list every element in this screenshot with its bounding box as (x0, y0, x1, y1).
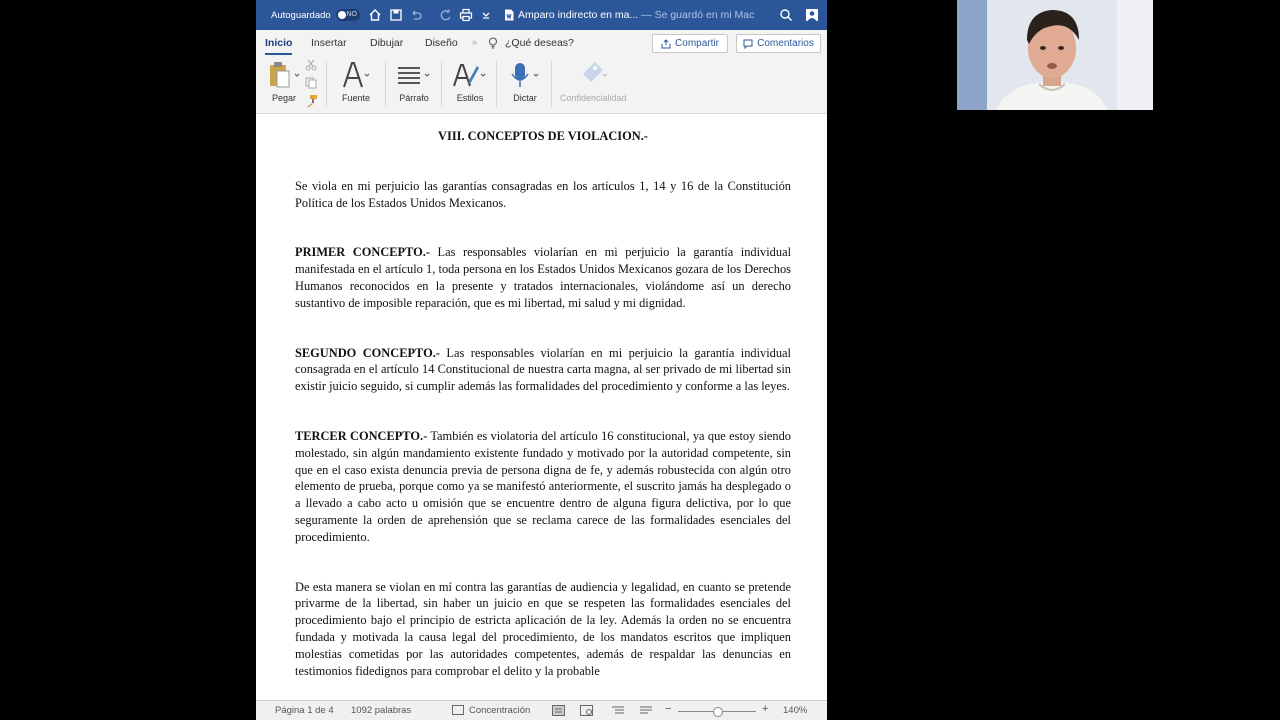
share-button[interactable]: Compartir (652, 34, 728, 53)
styles-button[interactable]: Estilos (452, 59, 488, 103)
font-button[interactable]: Fuente (341, 59, 371, 103)
separator (551, 61, 552, 107)
paragraph-label: Párrafo (399, 93, 429, 103)
ribbon-tabs: Inicio Insertar Dibujar Diseño » ¿Qué de… (256, 30, 827, 55)
share-label: Compartir (675, 38, 719, 49)
focus-mode-button[interactable]: Concentración (469, 705, 530, 716)
page-count[interactable]: Página 1 de 4 (275, 705, 334, 716)
home-toolbar: Pegar Fuente Párrafo Estilos Dictar Conf… (256, 55, 827, 114)
print-icon[interactable] (458, 7, 474, 23)
styles-icon (452, 59, 488, 91)
title-bar: Autoguardado NO Amparo indirecto en ma..… (256, 0, 827, 30)
document-page[interactable]: VIII. CONCEPTOS DE VIOLACION.- Se viola … (256, 114, 827, 700)
concept-3-paragraph: TERCER CONCEPTO.- También es violatoria … (295, 428, 791, 546)
zoom-out-button[interactable]: − (665, 703, 671, 715)
tell-me-input[interactable]: ¿Qué deseas? (505, 37, 574, 49)
save-icon[interactable] (388, 7, 404, 23)
autosave-label: Autoguardado (271, 10, 331, 21)
concept-3-text: También es violatoria del artículo 16 co… (295, 428, 791, 544)
paste-label: Pegar (271, 93, 297, 103)
microphone-icon (509, 59, 541, 91)
paste-button[interactable]: Pegar (268, 59, 300, 103)
font-label: Fuente (341, 93, 371, 103)
section-heading: VIII. CONCEPTOS DE VIOLACION.- (438, 129, 648, 143)
document-icon (501, 7, 517, 23)
outline-view-icon[interactable] (612, 705, 624, 718)
customize-toolbar-icon[interactable] (478, 7, 494, 23)
dictate-label: Dictar (513, 93, 537, 103)
paragraph-icon (396, 59, 432, 91)
intro-paragraph: Se viola en mi perjuicio las garantías c… (295, 178, 791, 210)
concept-2-paragraph: SEGUNDO CONCEPTO.- Las responsables viol… (295, 345, 791, 395)
document-title: Amparo indirecto en ma... — Se guardó en… (518, 9, 754, 21)
saved-status: — Se guardó en mi Mac (641, 9, 755, 21)
separator (326, 61, 327, 107)
comment-icon (743, 39, 753, 49)
concept-3-title: TERCER CONCEPTO.- (295, 428, 428, 443)
copy-icon[interactable] (305, 77, 317, 89)
separator (385, 61, 386, 107)
word-window: Autoguardado NO Amparo indirecto en ma..… (256, 0, 827, 720)
closing-paragraph: De esta manera se violan en mí contra la… (295, 579, 791, 678)
document-name: Amparo indirecto en ma... (518, 9, 639, 21)
home-icon[interactable] (367, 7, 383, 23)
webcam-video (957, 0, 1153, 110)
concept-1-title: PRIMER CONCEPTO.- (295, 245, 431, 260)
autosave-toggle[interactable]: NO (336, 9, 360, 21)
draft-view-icon[interactable] (640, 705, 652, 718)
concept-2-title: SEGUNDO CONCEPTO.- (295, 345, 440, 360)
redo-icon[interactable] (438, 7, 454, 23)
more-tabs-icon[interactable]: » (472, 37, 477, 47)
font-icon (341, 59, 371, 91)
separator (496, 61, 497, 107)
format-painter-icon[interactable] (305, 95, 318, 107)
focus-icon[interactable] (452, 705, 464, 718)
clipboard-icon (268, 59, 300, 91)
status-bar: Página 1 de 4 1092 palabras Concentració… (256, 700, 827, 720)
concept-1-paragraph: PRIMER CONCEPTO.- Las responsables viola… (295, 244, 791, 311)
styles-label: Estilos (456, 93, 484, 103)
sensitivity-label: Confidencialidad (560, 93, 627, 103)
account-icon[interactable] (804, 7, 820, 23)
sensitivity-icon (577, 59, 609, 91)
autosave-state: NO (346, 11, 358, 18)
tab-inicio[interactable]: Inicio (265, 37, 293, 55)
paragraph-button[interactable]: Párrafo (396, 59, 432, 103)
comments-button[interactable]: Comentarios (736, 34, 821, 53)
tab-diseno[interactable]: Diseño (425, 37, 458, 49)
cut-icon[interactable] (305, 59, 317, 71)
sensitivity-button[interactable]: Confidencialidad (560, 59, 627, 103)
undo-icon[interactable] (408, 7, 424, 23)
dictate-button[interactable]: Dictar (509, 59, 541, 103)
presenter-image (957, 0, 1153, 110)
tab-dibujar[interactable]: Dibujar (370, 37, 403, 49)
comments-label: Comentarios (757, 38, 814, 49)
search-icon[interactable] (778, 7, 794, 23)
zoom-in-button[interactable]: + (762, 703, 768, 715)
lightbulb-icon (488, 37, 498, 52)
document-body[interactable]: VIII. CONCEPTOS DE VIOLACION.- Se viola … (295, 128, 791, 679)
separator (441, 61, 442, 107)
zoom-level[interactable]: 140% (783, 705, 807, 716)
print-layout-icon[interactable] (552, 705, 565, 719)
word-count[interactable]: 1092 palabras (351, 705, 411, 716)
tab-insertar[interactable]: Insertar (311, 37, 347, 49)
zoom-slider-thumb[interactable] (713, 707, 723, 717)
web-layout-icon[interactable] (580, 705, 593, 719)
share-icon (661, 38, 671, 48)
